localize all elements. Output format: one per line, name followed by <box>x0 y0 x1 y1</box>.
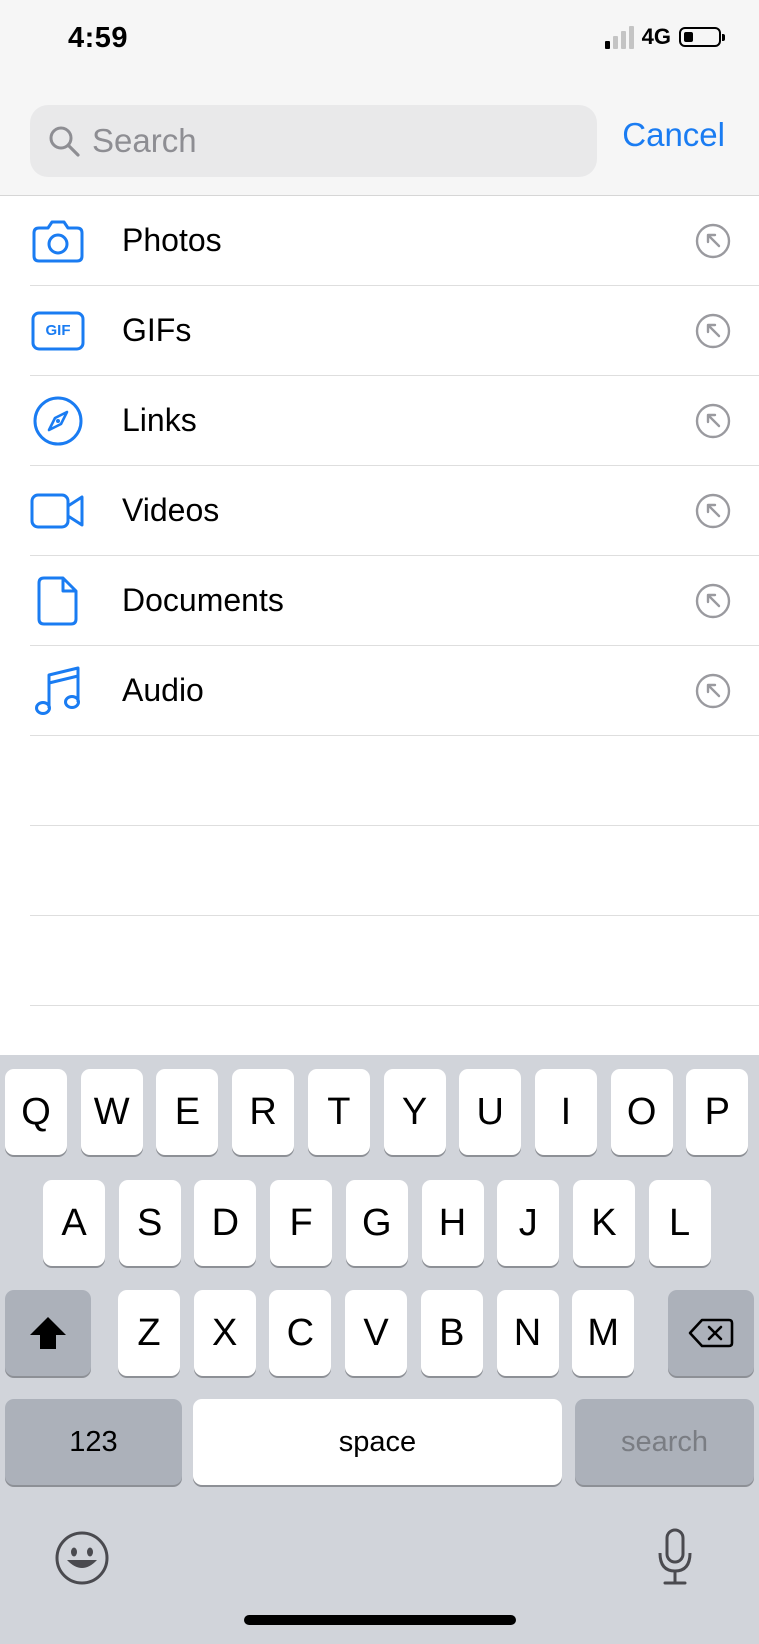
key-s[interactable]: S <box>118 1180 181 1266</box>
key-a[interactable]: A <box>43 1180 105 1266</box>
category-row-videos[interactable]: Videos <box>30 466 759 556</box>
key-b[interactable]: B <box>420 1290 483 1376</box>
category-row-audio[interactable]: Audio <box>30 646 759 736</box>
key-q[interactable]: Q <box>5 1069 67 1155</box>
arrow-up-left-circle-icon[interactable] <box>695 673 731 709</box>
category-label: GIFs <box>122 312 192 348</box>
gif-icon: GIF <box>30 306 86 356</box>
microphone-icon[interactable] <box>655 1527 695 1587</box>
status-indicators: 4G <box>604 24 725 50</box>
key-y[interactable]: Y <box>383 1069 446 1155</box>
key-v[interactable]: V <box>345 1290 408 1376</box>
empty-list-row <box>30 916 759 1006</box>
arrow-up-left-circle-icon[interactable] <box>695 223 731 259</box>
empty-list-row <box>30 826 759 916</box>
signal-bar <box>628 26 634 49</box>
search-input[interactable] <box>92 122 572 160</box>
search-key[interactable]: search <box>575 1399 754 1485</box>
key-j[interactable]: J <box>497 1180 560 1266</box>
key-x[interactable]: X <box>193 1290 256 1376</box>
key-i[interactable]: I <box>534 1069 597 1155</box>
video-camera-icon <box>30 486 86 536</box>
status-time: 4:59 <box>68 22 129 54</box>
key-d[interactable]: D <box>194 1180 257 1266</box>
category-row-gifs[interactable]: GIF GIFs <box>30 286 759 376</box>
search-icon <box>49 126 80 157</box>
music-note-icon <box>30 666 86 716</box>
signal-bar <box>612 36 618 49</box>
category-label: Documents <box>122 582 284 618</box>
key-p[interactable]: P <box>686 1069 749 1155</box>
key-k[interactable]: K <box>572 1180 635 1266</box>
key-z[interactable]: Z <box>118 1290 180 1376</box>
gif-icon-text: GIF <box>45 322 71 339</box>
top-bar: 4:59 4G Cancel <box>0 0 759 196</box>
cancel-button[interactable]: Cancel <box>622 116 725 154</box>
network-type: 4G <box>641 24 671 49</box>
category-row-photos[interactable]: Photos <box>30 196 759 286</box>
signal-bar <box>604 41 610 49</box>
battery-icon <box>679 27 725 47</box>
category-label: Videos <box>122 492 220 528</box>
space-key[interactable]: space <box>193 1399 562 1485</box>
category-list: Photos GIF GIFs Links Videos Documents A… <box>0 196 759 1006</box>
shift-icon <box>30 1317 66 1349</box>
category-row-links[interactable]: Links <box>30 376 759 466</box>
key-o[interactable]: O <box>610 1069 673 1155</box>
key-w[interactable]: W <box>80 1069 143 1155</box>
delete-icon <box>688 1318 734 1348</box>
key-u[interactable]: U <box>459 1069 522 1155</box>
key-g[interactable]: G <box>345 1180 408 1266</box>
key-e[interactable]: E <box>156 1069 219 1155</box>
category-label: Photos <box>122 222 222 258</box>
category-label: Links <box>122 402 197 438</box>
numbers-key[interactable]: 123 <box>5 1399 182 1485</box>
camera-icon <box>30 216 86 266</box>
signal-bar <box>620 31 626 49</box>
key-m[interactable]: M <box>572 1290 635 1376</box>
search-bar[interactable] <box>30 105 597 177</box>
arrow-up-left-circle-icon[interactable] <box>695 583 731 619</box>
key-c[interactable]: C <box>269 1290 332 1376</box>
key-n[interactable]: N <box>496 1290 559 1376</box>
home-indicator <box>244 1615 516 1625</box>
arrow-up-left-circle-icon[interactable] <box>695 493 731 529</box>
key-h[interactable]: H <box>421 1180 484 1266</box>
delete-key[interactable] <box>668 1290 754 1376</box>
key-r[interactable]: R <box>232 1069 295 1155</box>
category-row-documents[interactable]: Documents <box>30 556 759 646</box>
key-f[interactable]: F <box>270 1180 333 1266</box>
shift-key[interactable] <box>5 1290 91 1376</box>
arrow-up-left-circle-icon[interactable] <box>695 313 731 349</box>
keyboard: 123 space search QWERTYUIOP ASDFGHJKL ZXCV… <box>0 1055 759 1644</box>
signal-strength-icon <box>604 25 634 49</box>
document-icon <box>30 576 86 626</box>
compass-icon <box>30 396 86 446</box>
category-label: Audio <box>122 672 204 708</box>
empty-list-row <box>30 736 759 826</box>
key-l[interactable]: L <box>648 1180 711 1266</box>
key-t[interactable]: T <box>307 1069 370 1155</box>
emoji-icon[interactable] <box>54 1530 110 1586</box>
arrow-up-left-circle-icon[interactable] <box>695 403 731 439</box>
